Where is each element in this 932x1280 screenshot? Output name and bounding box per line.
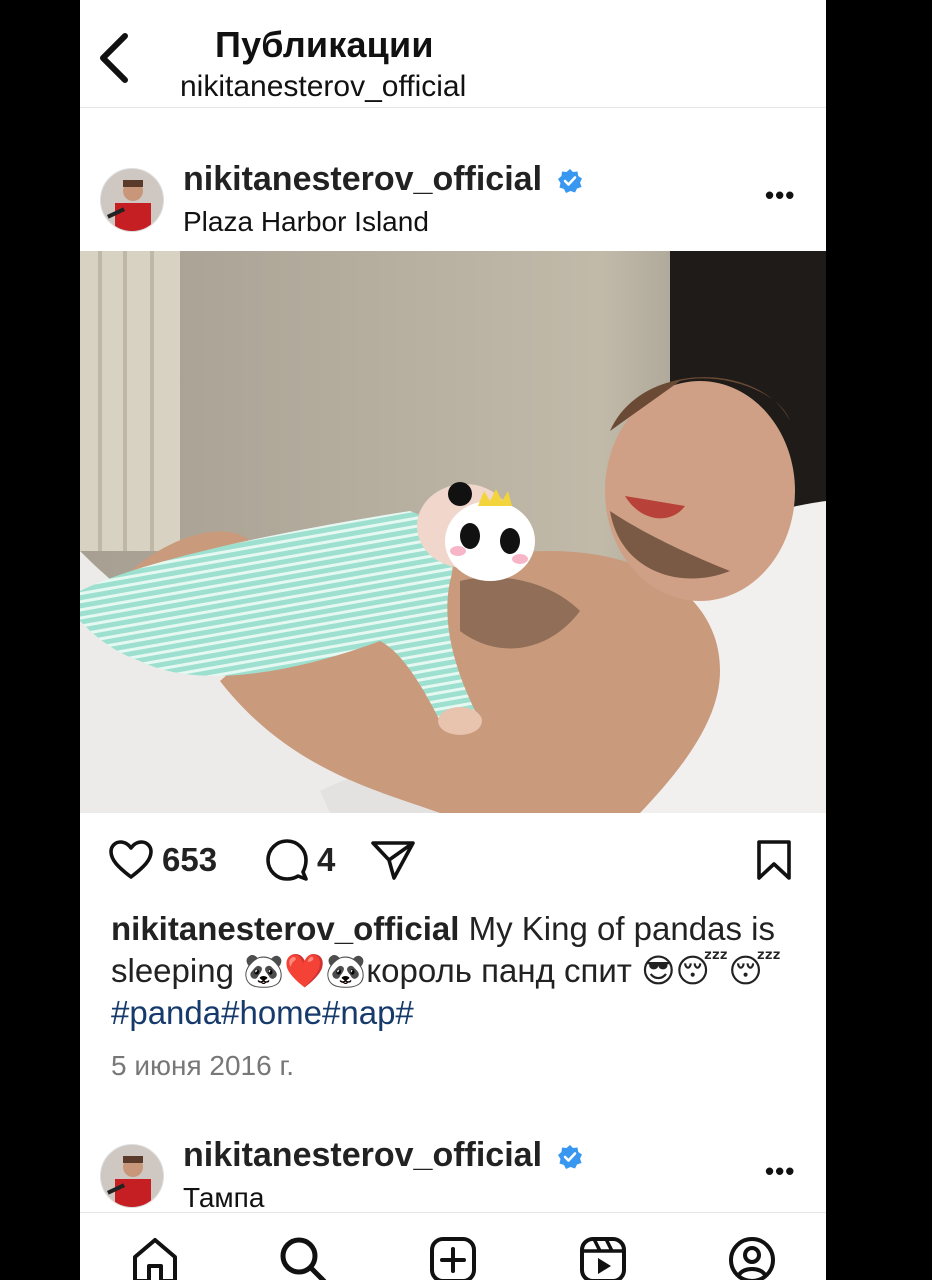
username-link[interactable]: nikitanesterov_official (183, 1136, 542, 1174)
heart-icon (109, 840, 153, 879)
caption-username[interactable]: nikitanesterov_official (111, 910, 459, 947)
top-bar: Публикации nikitanesterov_official (80, 0, 826, 108)
page-subtitle: nikitanesterov_official (180, 70, 467, 103)
share-button[interactable] (370, 830, 416, 890)
post-username[interactable]: nikitanesterov_official (183, 160, 583, 199)
app-screen: Публикации nikitanesterov_official nikit… (80, 0, 826, 1280)
next-post-header: nikitanesterov_official Тампа ••• (80, 1116, 826, 1226)
comment-count: 4 (317, 841, 336, 878)
home-icon (133, 1238, 177, 1280)
bookmark-icon (757, 840, 791, 880)
action-bar: 653 4 (80, 830, 826, 890)
verified-badge-icon (558, 169, 583, 194)
avatar[interactable] (100, 1144, 164, 1208)
username-link[interactable]: nikitanesterov_official (183, 160, 542, 198)
create-icon (430, 1237, 476, 1280)
nav-home[interactable] (130, 1235, 180, 1280)
more-options-button[interactable]: ••• (765, 1156, 795, 1187)
reels-icon (580, 1237, 626, 1280)
caption-hashtags[interactable]: #panda#home#nap# (111, 994, 414, 1031)
nav-create[interactable] (428, 1235, 478, 1280)
chevron-left-icon (100, 33, 128, 83)
post-header: nikitanesterov_official Plaza Harbor Isl… (80, 140, 826, 250)
profile-icon (729, 1237, 775, 1280)
search-icon (280, 1237, 327, 1280)
nav-reels[interactable] (578, 1235, 628, 1280)
post-photo[interactable] (80, 251, 826, 813)
more-options-button[interactable]: ••• (765, 180, 795, 211)
page-title: Публикации (215, 24, 434, 65)
save-button[interactable] (756, 830, 792, 890)
post-location[interactable]: Plaza Harbor Island (183, 206, 429, 238)
back-button[interactable] (94, 30, 134, 86)
comment-icon (266, 839, 308, 881)
next-post-location[interactable]: Тампа (183, 1182, 264, 1214)
comment-button[interactable]: 4 (265, 830, 335, 890)
like-count: 653 (162, 841, 218, 878)
nav-search[interactable] (278, 1235, 328, 1280)
next-post-username[interactable]: nikitanesterov_official (183, 1136, 583, 1175)
post-date: 5 июня 2016 г. (111, 1050, 295, 1081)
verified-badge-icon (558, 1145, 583, 1170)
send-icon (371, 841, 415, 880)
nav-profile[interactable] (727, 1235, 777, 1280)
bottom-nav (80, 1212, 826, 1280)
post-caption: nikitanesterov_official My King of panda… (111, 908, 801, 1034)
like-button[interactable]: 653 (108, 830, 217, 890)
avatar[interactable] (100, 168, 164, 232)
